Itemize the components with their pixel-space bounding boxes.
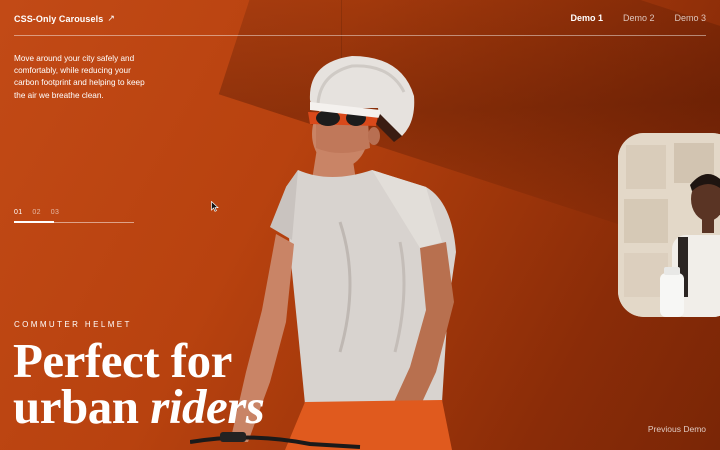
pager-progress-track: [14, 221, 134, 223]
headline-line-1: Perfect for: [13, 333, 232, 388]
demo-nav: Demo 1 Demo 2 Demo 3: [570, 13, 706, 23]
previous-demo-link[interactable]: Previous Demo: [648, 424, 706, 434]
pager-item-02[interactable]: 02: [32, 209, 40, 216]
pager-item-03[interactable]: 03: [51, 209, 59, 216]
intro-text: Move around your city safely and comfort…: [14, 54, 145, 100]
top-header: CSS-Only Carousels ↗ Demo 1 Demo 2 Demo …: [14, 12, 706, 36]
hero-headline: Perfect for urban riders: [13, 333, 265, 431]
logo-text: CSS-Only Carousels: [14, 13, 104, 24]
headline-line-2-italic: riders: [150, 379, 265, 434]
headline-line-2-plain: urban: [13, 379, 151, 434]
hero-page: CSS-Only Carousels ↗ Demo 1 Demo 2 Demo …: [0, 0, 720, 450]
carousel-pager: 01 02 03: [14, 209, 134, 223]
mouse-pointer-icon: [211, 201, 219, 212]
logo-link[interactable]: CSS-Only Carousels ↗: [14, 13, 115, 24]
nav-demo-3[interactable]: Demo 3: [674, 13, 706, 23]
product-eyebrow: COMMUTER HELMET: [14, 320, 132, 329]
preview-image: [618, 133, 720, 317]
nav-demo-2[interactable]: Demo 2: [623, 13, 655, 23]
next-slide-preview-card[interactable]: [618, 133, 720, 317]
pager-progress-fill: [14, 221, 54, 223]
pager-item-01[interactable]: 01: [14, 209, 22, 216]
headline-line-2: urban riders: [13, 382, 265, 431]
nav-demo-1[interactable]: Demo 1: [570, 13, 603, 23]
arrow-up-right-icon: ↗: [107, 13, 115, 23]
